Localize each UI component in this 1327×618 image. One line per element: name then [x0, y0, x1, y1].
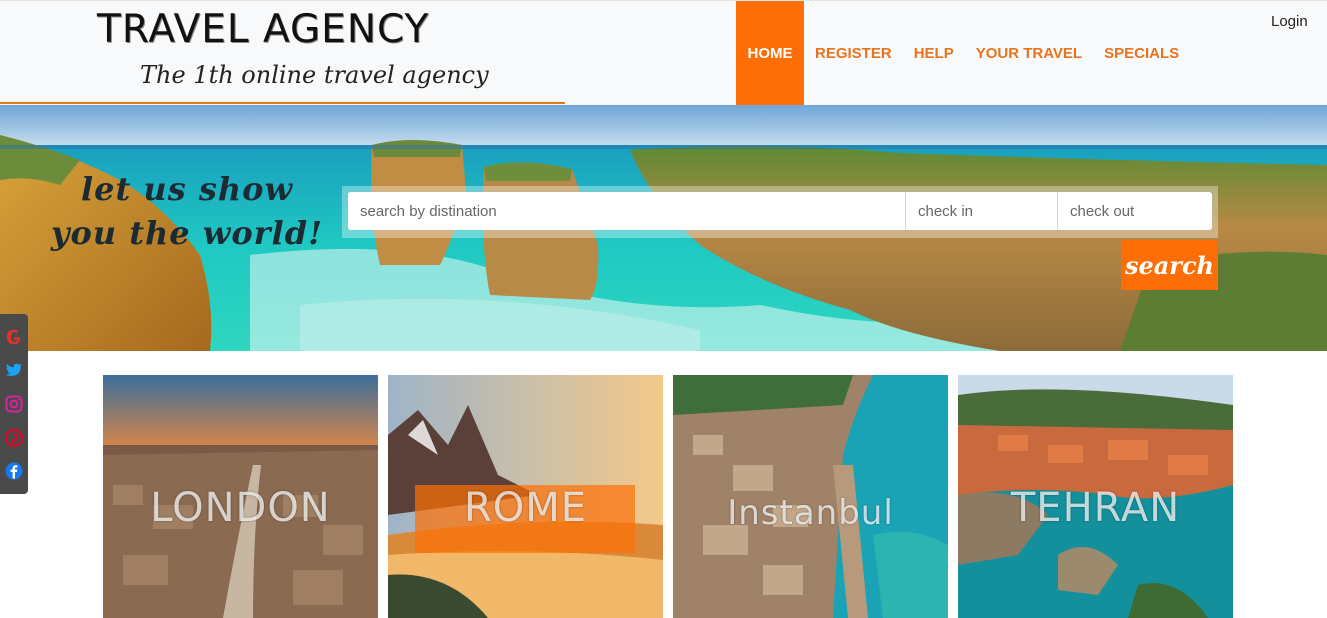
login-link[interactable]: Login: [1271, 13, 1308, 30]
google-icon[interactable]: [4, 327, 24, 347]
brand-underline: [0, 102, 565, 104]
pinterest-icon[interactable]: [4, 428, 24, 448]
search-button[interactable]: search: [1121, 240, 1218, 290]
hero-banner: let us show you the world! search: [0, 105, 1327, 351]
destination-input[interactable]: [348, 192, 906, 230]
nav-home[interactable]: HOME: [736, 1, 804, 106]
city-cards: LONDON ROME Instanbul TEHRAN: [103, 375, 1233, 618]
hero-tagline: let us show you the world!: [50, 170, 324, 252]
city-label-rome: ROME: [463, 485, 588, 531]
nav-specials[interactable]: SPECIALS: [1093, 1, 1190, 106]
instagram-icon[interactable]: [4, 394, 24, 414]
city-card-london[interactable]: LONDON: [103, 375, 378, 618]
brand-subtitle: The 1th online travel agency: [140, 61, 489, 89]
search-panel: [342, 186, 1218, 238]
city-label-istanbul: Instanbul: [727, 493, 894, 533]
city-label-london: LONDON: [150, 485, 331, 531]
facebook-icon[interactable]: [4, 461, 24, 481]
brand-title[interactable]: TRAVEL AGENCY: [97, 7, 429, 52]
nav-help[interactable]: HELP: [903, 1, 965, 106]
check-in-input[interactable]: [906, 192, 1058, 230]
city-card-istanbul[interactable]: Instanbul: [673, 375, 948, 618]
site-header: TRAVEL AGENCY The 1th online travel agen…: [0, 0, 1327, 106]
social-sidebar: [0, 314, 28, 494]
main-nav: HOME REGISTER HELP YOUR TRAVEL SPECIALS: [736, 1, 1190, 106]
twitter-icon[interactable]: [4, 360, 24, 380]
nav-register[interactable]: REGISTER: [804, 1, 903, 106]
check-out-input[interactable]: [1058, 192, 1210, 230]
city-label-tehran: TEHRAN: [1010, 485, 1181, 531]
nav-your-travel[interactable]: YOUR TRAVEL: [965, 1, 1093, 106]
city-card-tehran[interactable]: TEHRAN: [958, 375, 1233, 618]
city-card-rome[interactable]: ROME: [388, 375, 663, 618]
